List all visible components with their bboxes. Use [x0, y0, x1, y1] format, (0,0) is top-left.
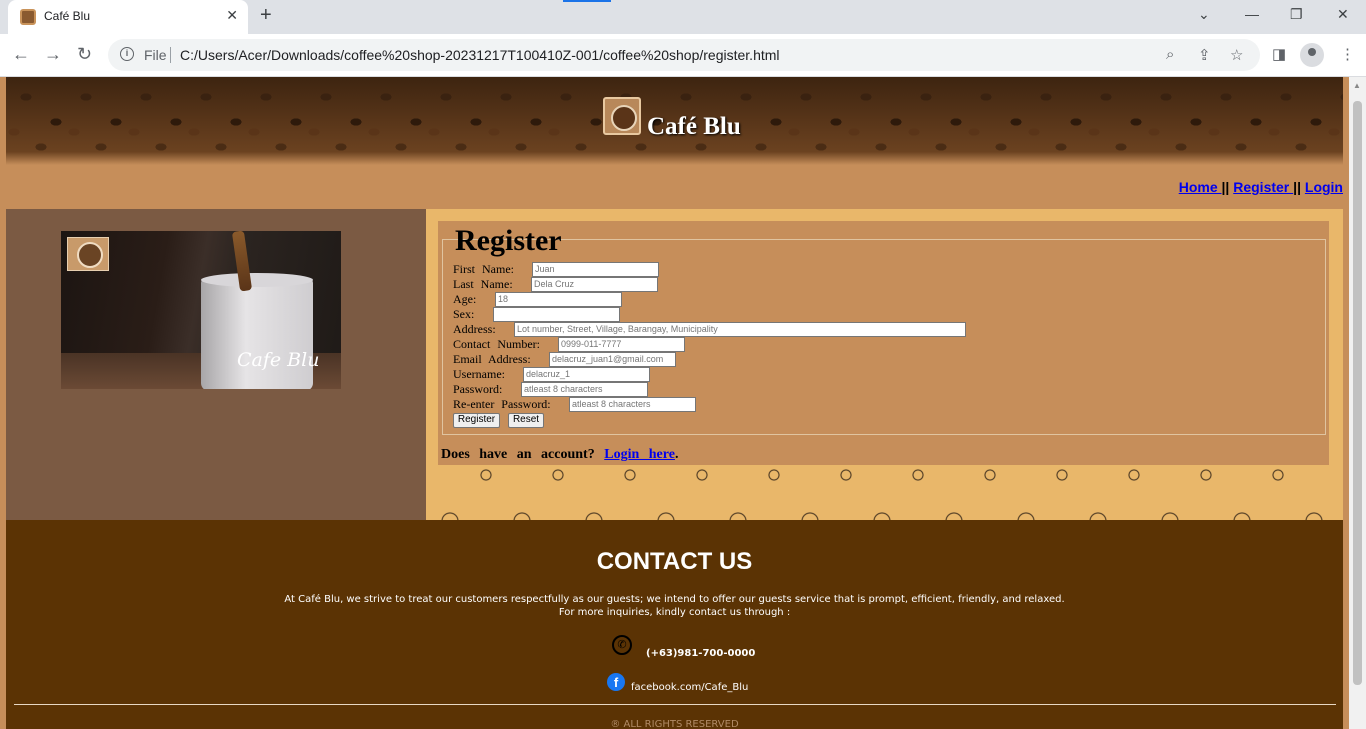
address-input[interactable]: Lot number, Street, Village, Barangay, M…: [514, 322, 966, 337]
page-scrollbar[interactable]: ▲: [1349, 77, 1366, 729]
site-title: Café Blu: [647, 113, 741, 140]
reenter-password-label: Re-enter Password:: [453, 397, 551, 411]
reload-icon[interactable]: ↻: [77, 44, 92, 65]
minimize-icon[interactable]: —: [1245, 6, 1259, 22]
zoom-icon[interactable]: ⌕: [1166, 46, 1174, 63]
first-name-input[interactable]: Juan: [532, 262, 659, 277]
address-label: Address:: [453, 322, 496, 336]
footer-divider: [14, 704, 1336, 705]
browser-toolbar: ← → ↻ i File C:/Users/Acer/Downloads/cof…: [0, 34, 1366, 77]
nav-separator: ||: [1221, 179, 1234, 195]
info-icon[interactable]: i: [120, 47, 134, 61]
account-prompt-period: .: [674, 447, 679, 462]
password-label: Password:: [453, 382, 503, 396]
window-close-icon[interactable]: ✕: [1337, 6, 1349, 23]
nav-separator: ||: [1293, 179, 1305, 195]
browser-tab-strip: Café Blu ✕ + ⌄ — ❐ ✕: [0, 0, 1366, 34]
register-button[interactable]: Register: [453, 413, 500, 428]
nav-home-link[interactable]: Home: [1179, 179, 1222, 195]
email-input[interactable]: delacruz_juan1@gmail.com: [549, 352, 676, 367]
scroll-thumb[interactable]: [1353, 101, 1362, 685]
age-label: Age:: [453, 292, 477, 306]
nav-login-link[interactable]: Login: [1305, 179, 1343, 195]
register-box: Register First Name: Juan Last Name: Del…: [438, 221, 1329, 465]
page-viewport: Café Blu Home || Register || Login Cafe …: [0, 77, 1366, 729]
sex-input[interactable]: [493, 307, 620, 322]
cafe-favicon-icon: [20, 9, 36, 25]
tab-title: Café Blu: [44, 9, 91, 23]
forward-icon[interactable]: →: [44, 44, 62, 65]
email-label: Email Address:: [453, 352, 531, 366]
url-text[interactable]: C:/Users/Acer/Downloads/coffee%20shop-20…: [180, 47, 780, 63]
maximize-icon[interactable]: ❐: [1290, 6, 1303, 23]
account-prompt-text: Does have an account?: [441, 447, 605, 462]
phone-number: (+63)981-700-0000: [646, 648, 756, 659]
scroll-up-icon[interactable]: ▲: [1353, 81, 1361, 90]
last-name-input[interactable]: Dela Cruz: [531, 277, 658, 292]
password-input[interactable]: atleast 8 characters: [521, 382, 648, 397]
phone-icon: ✆: [612, 635, 632, 655]
omnibox-divider: [170, 47, 171, 63]
cafe-logo-icon: [603, 97, 641, 135]
left-panel: Cafe Blu: [6, 209, 426, 520]
facebook-link[interactable]: facebook.com/Cafe_Blu: [631, 682, 748, 693]
username-input[interactable]: delacruz_1: [523, 367, 650, 382]
contact-description: At Café Blu, we strive to treat our cust…: [6, 593, 1343, 619]
star-icon[interactable]: ☆: [1230, 46, 1243, 64]
top-nav: Home || Register || Login: [1179, 179, 1343, 195]
back-icon[interactable]: ←: [12, 44, 30, 65]
new-tab-button[interactable]: +: [260, 4, 272, 27]
browser-tab[interactable]: Café Blu ✕: [8, 0, 248, 34]
rights-reserved: ® ALL RIGHTS RESERVED: [610, 719, 739, 729]
contact-line-2: For more inquiries, kindly contact us th…: [558, 607, 791, 618]
reenter-password-input[interactable]: atleast 8 characters: [569, 397, 696, 412]
register-title: Register: [455, 224, 562, 257]
menu-icon[interactable]: ⋮: [1340, 45, 1355, 63]
account-prompt: Does have an account? Login here.: [441, 447, 678, 463]
contact-number-input[interactable]: 0999-011-7777: [558, 337, 685, 352]
sex-label: Sex:: [453, 307, 475, 321]
login-here-link[interactable]: Login here: [604, 447, 675, 462]
register-panel: Register First Name: Juan Last Name: Del…: [426, 209, 1343, 520]
facebook-icon: f: [607, 673, 625, 691]
coffee-cup-shape: [201, 273, 313, 389]
contact-footer: CONTACT US At Café Blu, we strive to tre…: [6, 520, 1343, 729]
reset-button[interactable]: Reset: [508, 413, 544, 428]
share-icon[interactable]: ⇪: [1198, 46, 1211, 64]
tab-strip-indicator: [563, 0, 611, 2]
age-input[interactable]: 18: [495, 292, 622, 307]
profile-icon[interactable]: [1300, 43, 1324, 67]
contact-line-1: At Café Blu, we strive to treat our cust…: [284, 594, 1065, 605]
coffee-cup-image: Cafe Blu: [61, 231, 341, 389]
image-logo-icon: [67, 237, 109, 271]
first-name-label: First Name:: [453, 262, 514, 276]
tab-list-icon[interactable]: ⌄: [1198, 6, 1210, 23]
image-caption: Cafe Blu: [237, 349, 320, 371]
url-scheme-label: File: [144, 47, 167, 63]
sidebar-icon[interactable]: ◨: [1272, 45, 1286, 63]
last-name-label: Last Name:: [453, 277, 513, 291]
nav-register-link[interactable]: Register: [1233, 179, 1293, 195]
tab-close-icon[interactable]: ✕: [226, 7, 238, 24]
address-bar[interactable]: i File C:/Users/Acer/Downloads/coffee%20…: [108, 39, 1260, 71]
username-label: Username:: [453, 367, 505, 381]
contact-title: CONTACT US: [596, 548, 753, 575]
coffee-bean-banner: Café Blu: [6, 77, 1343, 165]
contact-number-label: Contact Number:: [453, 337, 540, 351]
